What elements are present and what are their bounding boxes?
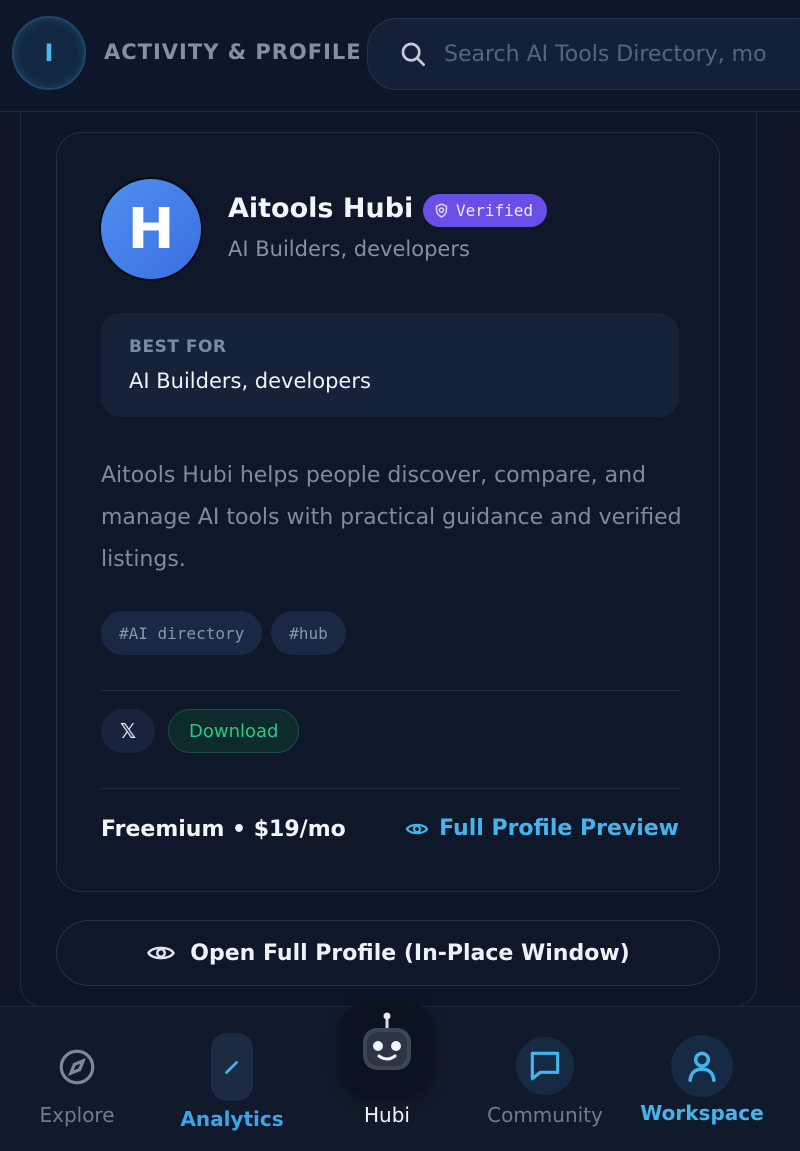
verified-badge: Verified: [423, 194, 548, 227]
open-full-profile-label: Open Full Profile (In-Place Window): [190, 940, 630, 966]
divider: [101, 788, 679, 789]
nav-label: Analytics: [180, 1107, 284, 1131]
download-button[interactable]: Download: [168, 709, 300, 753]
search-icon: [401, 42, 425, 66]
open-full-profile-button[interactable]: Open Full Profile (In-Place Window): [56, 920, 720, 986]
tag-list: #AI directory #hub: [101, 611, 346, 655]
full-profile-preview-label: Full Profile Preview: [439, 816, 679, 841]
nav-item-analytics[interactable]: Analytics: [172, 1007, 292, 1151]
nav-label: Workspace: [640, 1101, 764, 1125]
tool-name: Aitools Hubi: [228, 193, 414, 224]
best-for-value: AI Builders, developers: [129, 369, 371, 393]
nav-item-workspace[interactable]: Workspace: [634, 1007, 770, 1151]
user-avatar[interactable]: I: [12, 16, 86, 90]
bottom-nav: Explore Analytics Hubi Community Workspa…: [0, 1001, 800, 1151]
nav-item-hubi[interactable]: Hubi: [335, 1001, 439, 1151]
tool-logo: H: [101, 179, 201, 279]
tag-chip[interactable]: #AI directory: [101, 611, 263, 655]
tool-description: Aitools Hubi helps people discover, comp…: [101, 463, 682, 572]
top-bar: I ACTIVITY & PROFILE: [0, 0, 800, 112]
search-input[interactable]: [444, 41, 800, 67]
nav-item-explore[interactable]: Explore: [27, 1007, 127, 1151]
robot-icon: [341, 1001, 433, 1093]
nav-label: Hubi: [364, 1103, 410, 1127]
profile-card: H Aitools Hubi Verified AI Builders, dev…: [56, 132, 720, 892]
pricing-info: Freemium • $19/mo: [101, 817, 346, 842]
nav-label: Community: [487, 1103, 603, 1127]
verified-label: Verified: [456, 201, 534, 220]
nav-item-community[interactable]: Community: [480, 1007, 610, 1151]
x-social-link[interactable]: 𝕏: [101, 709, 155, 753]
shield-check-icon: [435, 203, 448, 218]
divider: [101, 690, 679, 691]
tag-chip[interactable]: #hub: [271, 611, 346, 655]
user-icon: [671, 1035, 733, 1097]
page: I ACTIVITY & PROFILE H Aitools Hubi Veri…: [0, 0, 800, 1151]
best-for-label: BEST FOR: [129, 337, 227, 357]
nav-label: Explore: [39, 1103, 115, 1127]
full-profile-preview-link[interactable]: Full Profile Preview: [405, 816, 679, 841]
compass-icon: [55, 1045, 99, 1089]
eye-icon: [405, 823, 429, 834]
eye-icon: [147, 946, 176, 960]
page-title: ACTIVITY & PROFILE: [104, 40, 362, 64]
chat-bubble-icon: [516, 1037, 574, 1095]
search-box[interactable]: [367, 18, 800, 90]
tool-subtitle: AI Builders, developers: [228, 237, 470, 261]
pencil-icon: [211, 1033, 253, 1101]
best-for-box: BEST FOR AI Builders, developers: [101, 313, 679, 417]
